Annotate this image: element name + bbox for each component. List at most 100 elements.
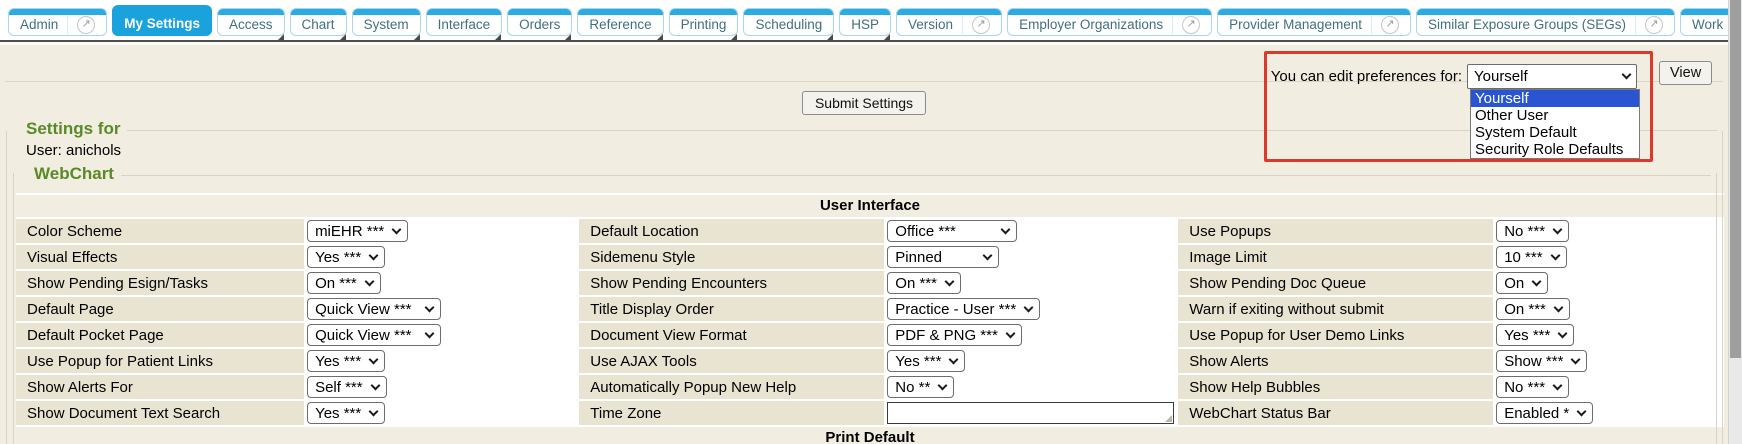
setting-select-title-display-order[interactable]: Practice - User *** bbox=[887, 298, 1040, 320]
select-value: On *** bbox=[315, 275, 357, 292]
settings-row: Default Pocket PageQuick View *** Documen… bbox=[16, 323, 1724, 347]
tab-reference[interactable]: Reference bbox=[577, 8, 663, 36]
tab-employer-organizations[interactable]: Employer Organizations↗ bbox=[1007, 8, 1212, 36]
setting-label: Use AJAX Tools bbox=[579, 349, 884, 373]
tab-access[interactable]: Access bbox=[217, 8, 285, 36]
tab-divider: ↗ bbox=[1371, 16, 1399, 34]
submit-settings-button[interactable]: Submit Settings bbox=[802, 91, 926, 115]
setting-label: Color Scheme bbox=[16, 219, 304, 243]
select-value: 10 *** bbox=[1504, 249, 1542, 266]
dropdown-option-yourself[interactable]: Yourself bbox=[1471, 90, 1639, 107]
tab-admin[interactable]: Admin↗ bbox=[8, 8, 107, 36]
tab-work-locations[interactable]: Work Locations↗ bbox=[1680, 8, 1728, 36]
tab-my-settings[interactable]: My Settings bbox=[112, 5, 212, 36]
chevron-down-icon bbox=[1577, 406, 1587, 416]
chevron-down-icon bbox=[983, 250, 993, 260]
tab-orders[interactable]: Orders bbox=[507, 8, 572, 36]
setting-select-show-pending-esign-tasks[interactable]: On *** bbox=[307, 272, 381, 294]
setting-select-default-location[interactable]: Office *** bbox=[887, 220, 1017, 242]
setting-select-show-pending-encounters[interactable]: On *** bbox=[887, 272, 961, 294]
chevron-down-icon bbox=[425, 328, 435, 338]
chevron-down-icon bbox=[949, 354, 959, 364]
setting-label: Default Pocket Page bbox=[16, 323, 304, 347]
select-value: Show *** bbox=[1504, 353, 1563, 370]
tab-scheduling[interactable]: Scheduling bbox=[743, 8, 834, 36]
tab-provider-management[interactable]: Provider Management ↗ bbox=[1217, 8, 1411, 36]
scrollbar-thumb[interactable] bbox=[1730, 0, 1741, 358]
select-value: On *** bbox=[895, 275, 937, 292]
chevron-down-icon bbox=[1558, 328, 1568, 338]
setting-label: Show Document Text Search bbox=[16, 401, 304, 425]
settings-table-body: User InterfaceColor SchememiEHR ***Defau… bbox=[16, 195, 1724, 444]
tab-printing[interactable]: Printing bbox=[669, 8, 739, 36]
preferences-select[interactable]: Yourself bbox=[1467, 64, 1637, 89]
setting-select-image-limit[interactable]: 10 *** bbox=[1496, 246, 1566, 268]
view-button[interactable]: View bbox=[1659, 61, 1712, 85]
setting-select-use-popups[interactable]: No *** bbox=[1496, 220, 1569, 242]
setting-select-document-view-format[interactable]: PDF & PNG *** bbox=[887, 324, 1022, 346]
settings-table-wrap: User InterfaceColor SchememiEHR ***Defau… bbox=[16, 193, 1724, 444]
setting-select-webchart-status-bar[interactable]: Enabled * bbox=[1496, 402, 1593, 424]
dropdown-option-system-default[interactable]: System Default bbox=[1471, 124, 1639, 141]
setting-input-time-zone[interactable] bbox=[887, 402, 1174, 424]
fieldset-left-border bbox=[6, 131, 7, 444]
setting-select-automatically-popup-new-help[interactable]: No ** bbox=[887, 376, 954, 398]
setting-select-show-pending-doc-queue[interactable]: On bbox=[1496, 272, 1548, 294]
settings-table: User InterfaceColor SchememiEHR ***Defau… bbox=[16, 193, 1724, 444]
tab-label: My Settings bbox=[124, 16, 200, 31]
dropdown-option-security-role-defaults[interactable]: Security Role Defaults bbox=[1471, 141, 1639, 158]
setting-select-sidemenu-style[interactable]: Pinned bbox=[887, 246, 999, 268]
setting-label: Show Alerts For bbox=[16, 375, 304, 399]
select-value: On bbox=[1504, 275, 1524, 292]
preferences-selected-value: Yourself bbox=[1474, 68, 1528, 85]
tab-hsp[interactable]: HSP bbox=[839, 8, 891, 36]
setting-label: Document View Format bbox=[579, 323, 884, 347]
open-new-window-icon[interactable]: ↗ bbox=[77, 16, 95, 34]
select-value: miEHR *** bbox=[315, 223, 384, 240]
setting-select-use-popup-for-patient-links[interactable]: Yes *** bbox=[307, 350, 385, 372]
setting-select-show-help-bubbles[interactable]: No *** bbox=[1496, 376, 1569, 398]
tab-label: Version bbox=[908, 17, 953, 32]
setting-select-show-document-text-search[interactable]: Yes *** bbox=[307, 402, 385, 424]
open-new-window-icon[interactable]: ↗ bbox=[1182, 16, 1200, 34]
chevron-down-icon bbox=[369, 406, 379, 416]
setting-label: Show Pending Esign/Tasks bbox=[16, 271, 304, 295]
tab-label: System bbox=[364, 17, 409, 32]
submenu-triangle-icon bbox=[340, 34, 346, 40]
tab-label: Access bbox=[229, 17, 273, 32]
settings-row: Show Alerts ForSelf ***Automatically Pop… bbox=[16, 375, 1724, 399]
open-new-window-icon[interactable]: ↗ bbox=[1645, 16, 1663, 34]
section-header-row: Print Default bbox=[16, 427, 1724, 444]
setting-select-show-alerts[interactable]: Show *** bbox=[1496, 350, 1587, 372]
tab-version[interactable]: Version ↗ bbox=[896, 8, 1002, 36]
setting-label: Show Alerts bbox=[1178, 349, 1493, 373]
chevron-down-icon bbox=[1571, 354, 1581, 364]
chevron-down-icon bbox=[1024, 302, 1034, 312]
setting-select-visual-effects[interactable]: Yes *** bbox=[307, 246, 385, 268]
select-value: Yes *** bbox=[895, 353, 941, 370]
setting-select-use-popup-for-user-demo-links[interactable]: Yes *** bbox=[1496, 324, 1574, 346]
vertical-scrollbar[interactable] bbox=[1728, 0, 1742, 444]
settings-row: Show Pending Esign/Tasks On *** Show Pendi… bbox=[16, 271, 1724, 295]
setting-label: Show Pending Doc Queue bbox=[1178, 271, 1493, 295]
setting-select-warn-if-exiting-without-submit[interactable]: On *** bbox=[1496, 298, 1570, 320]
submenu-triangle-icon bbox=[495, 34, 501, 40]
submenu-triangle-icon bbox=[414, 34, 420, 40]
tab-similar-exposure-groups-segs[interactable]: Similar Exposure Groups (SEGs)↗ bbox=[1416, 8, 1675, 36]
setting-select-color-scheme[interactable]: miEHR *** bbox=[307, 220, 408, 242]
open-new-window-icon[interactable]: ↗ bbox=[972, 16, 990, 34]
setting-select-default-page[interactable]: Quick View *** bbox=[307, 298, 441, 320]
dropdown-option-other-user[interactable]: Other User bbox=[1471, 107, 1639, 124]
open-new-window-icon[interactable]: ↗ bbox=[1381, 16, 1399, 34]
chevron-down-icon bbox=[1532, 276, 1542, 286]
tab-interface[interactable]: Interface bbox=[426, 8, 503, 36]
setting-select-show-alerts-for[interactable]: Self *** bbox=[307, 376, 387, 398]
setting-select-use-ajax-tools[interactable]: Yes *** bbox=[887, 350, 965, 372]
select-value: Yes *** bbox=[1504, 327, 1550, 344]
settings-row: Default PageQuick View ***Title Display … bbox=[16, 297, 1724, 321]
tab-label: Provider Management bbox=[1229, 17, 1362, 32]
tab-label: Work Locations bbox=[1692, 17, 1728, 32]
setting-select-default-pocket-page[interactable]: Quick View *** bbox=[307, 324, 441, 346]
tab-system[interactable]: System bbox=[352, 8, 421, 36]
tab-chart[interactable]: Chart bbox=[290, 8, 347, 36]
